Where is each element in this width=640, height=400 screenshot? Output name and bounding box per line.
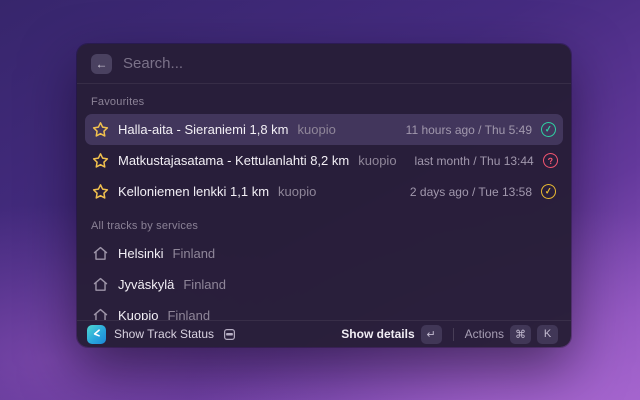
search-bar: ← <box>77 44 571 84</box>
star-icon <box>92 121 109 138</box>
check-circle-icon: ✓ <box>540 121 557 138</box>
star-icon <box>92 152 109 169</box>
show-details-button[interactable]: Show details ↵ <box>338 323 444 346</box>
item-timestamp: last month / Thu 13:44 <box>415 154 534 168</box>
question-circle-icon: ? <box>542 152 559 169</box>
section-header-favourites: Favourites <box>85 88 563 114</box>
check-circle-icon: ✓ <box>540 183 557 200</box>
item-title: Halla-aita - Sieraniemi 1,8 km <box>118 122 289 137</box>
app-logo-icon <box>87 325 106 344</box>
item-timestamp: 11 hours ago / Thu 5:49 <box>406 123 532 137</box>
item-subtitle: Finland <box>167 308 210 320</box>
list-item-service[interactable]: Helsinki Finland <box>85 238 563 269</box>
action-bar: Show Track Status Show details ↵ Actions… <box>77 320 571 347</box>
list-item-track[interactable]: Matkustajasatama - Kettulanlahti 8,2 km … <box>85 145 563 176</box>
k-keycap: K <box>537 325 558 344</box>
arrow-left-icon: ← <box>96 54 108 74</box>
item-subtitle: Finland <box>183 277 226 292</box>
results-list: Favourites Halla-aita - Sieraniemi 1,8 k… <box>77 84 571 320</box>
actions-button[interactable]: Actions ⌘ K <box>462 323 561 346</box>
list-item-service[interactable]: Jyväskylä Finland <box>85 269 563 300</box>
item-title: Kelloniemen lenkki 1,1 km <box>118 184 269 199</box>
item-subtitle: Finland <box>173 246 216 261</box>
command-title: Show Track Status <box>114 327 214 341</box>
search-input[interactable] <box>123 55 557 72</box>
item-title: Kuopio <box>118 308 158 320</box>
footer-divider <box>453 328 454 341</box>
show-details-label: Show details <box>341 327 414 341</box>
list-item-service[interactable]: Kuopio Finland <box>85 300 563 320</box>
star-icon <box>92 183 109 200</box>
list-item-track[interactable]: Kelloniemen lenkki 1,1 km kuopio 2 days … <box>85 176 563 207</box>
item-title: Jyväskylä <box>118 277 174 292</box>
command-keycap: ⌘ <box>510 325 531 344</box>
item-timestamp: 2 days ago / Tue 13:58 <box>410 185 532 199</box>
list-item-track[interactable]: Halla-aita - Sieraniemi 1,8 km kuopio 11… <box>85 114 563 145</box>
item-title: Helsinki <box>118 246 164 261</box>
home-icon <box>92 307 109 320</box>
back-button[interactable]: ← <box>91 54 112 74</box>
home-icon <box>92 245 109 262</box>
item-subtitle: kuopio <box>298 122 336 137</box>
actions-label: Actions <box>465 327 504 341</box>
item-subtitle: kuopio <box>358 153 396 168</box>
enter-keycap: ↵ <box>421 325 442 344</box>
home-icon <box>92 276 109 293</box>
launcher-window: ← Favourites Halla-aita - Sieraniemi 1,8… <box>77 44 571 347</box>
section-header-services: All tracks by services <box>85 207 563 238</box>
card-reader-icon <box>222 327 237 342</box>
item-subtitle: kuopio <box>278 184 316 199</box>
item-title: Matkustajasatama - Kettulanlahti 8,2 km <box>118 153 349 168</box>
